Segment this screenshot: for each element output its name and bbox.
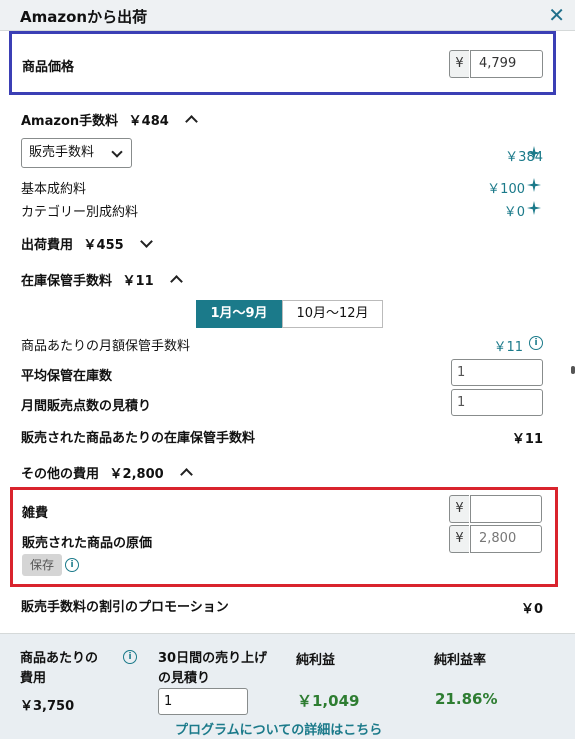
net-profit-label: 純利益 <box>296 653 336 668</box>
cost-currency: ¥ <box>449 525 469 553</box>
info-icon[interactable]: i <box>123 650 137 664</box>
tab-jan-sep[interactable]: 1月〜9月 <box>196 300 282 328</box>
monthly-storage-value: ￥11 <box>493 340 523 355</box>
save-button[interactable]: 保存 <box>22 554 62 576</box>
chevron-up-icon[interactable] <box>170 275 184 288</box>
net-profit-value: ￥1,049 <box>297 692 360 710</box>
cost-per-item-label: 商品あたりの 費用 <box>20 649 98 689</box>
fee-type-dropdown[interactable]: 販売手数料 <box>21 138 132 168</box>
price-label: 商品価格 <box>22 60 75 75</box>
fee-type-dropdown-label: 販売手数料 <box>29 145 95 160</box>
misc-label: 雑費 <box>22 506 49 521</box>
chevron-up-icon[interactable] <box>180 468 194 481</box>
shipping-total: ￥455 <box>83 238 124 253</box>
cost-input[interactable]: 2,800 <box>470 525 542 553</box>
chevron-down-icon[interactable] <box>140 235 154 248</box>
chevron-down-icon <box>111 146 123 158</box>
storage-title[interactable]: 在庫保管手数料 ￥11 <box>21 270 184 289</box>
category-fee-value: ￥0 <box>503 205 525 220</box>
tab-oct-dec[interactable]: 10月〜12月 <box>282 300 383 328</box>
price-currency: ¥ <box>449 50 469 78</box>
misc-input[interactable] <box>470 495 542 523</box>
monthly-sales-label: 月間販売点数の見積り <box>21 399 152 414</box>
close-icon[interactable]: ✕ <box>548 3 565 27</box>
promotion-value: ￥0 <box>520 602 543 617</box>
sales-30d-input[interactable]: 1 <box>158 688 248 715</box>
sales-30d-label-line1: 30日間の売り上げ <box>158 651 268 666</box>
sparkle-icon <box>527 201 541 215</box>
per-item-storage-value: ￥11 <box>511 432 543 447</box>
misc-currency: ¥ <box>449 495 469 523</box>
sparkle-icon <box>527 146 541 160</box>
cost-per-item-value: ￥3,750 <box>20 699 75 714</box>
chevron-up-icon[interactable] <box>185 115 199 128</box>
price-input[interactable]: 4,799 <box>470 50 543 78</box>
monthly-storage-label: 商品あたりの月額保管手数料 <box>21 339 191 354</box>
panel-title: Amazonから出荷 <box>20 8 148 26</box>
info-icon[interactable]: i <box>65 558 79 572</box>
scrollbar-handle[interactable] <box>571 366 575 374</box>
monthly-sales-input[interactable]: 1 <box>451 389 543 416</box>
storage-title-label: 在庫保管手数料 <box>21 274 113 289</box>
storage-total: ￥11 <box>122 274 154 289</box>
amazon-fee-total: ￥484 <box>128 114 169 129</box>
cost-per-item-label-line2: 費用 <box>20 671 47 686</box>
category-fee-label: カテゴリー別成約料 <box>21 205 139 220</box>
per-item-storage-label: 販売された商品あたりの在庫保管手数料 <box>21 431 256 446</box>
avg-inventory-input[interactable]: 1 <box>451 359 543 386</box>
shipping-title-label: 出荷費用 <box>21 238 74 253</box>
avg-inventory-label: 平均保管在庫数 <box>21 369 113 384</box>
program-details-link[interactable]: プログラムについての詳細はこちら <box>175 719 382 738</box>
net-margin-label: 純利益率 <box>434 653 487 668</box>
sales-30d-label-line2: の見積り <box>158 671 211 686</box>
sparkle-icon <box>527 178 541 192</box>
cost-per-item-label-line1: 商品あたりの <box>20 651 99 666</box>
cost-label: 販売された商品の原価 <box>22 536 153 551</box>
shipping-title[interactable]: 出荷費用 ￥455 <box>21 234 154 253</box>
promotion-label: 販売手数料の割引のプロモーション <box>21 600 229 615</box>
other-costs-title[interactable]: その他の費用 ￥2,800 <box>21 463 194 482</box>
amazon-fee-title-label: Amazon手数料 <box>21 114 119 129</box>
sales-30d-label: 30日間の売り上げ の見積り <box>158 649 267 689</box>
other-costs-total: ￥2,800 <box>109 467 164 482</box>
info-icon[interactable]: i <box>529 336 543 350</box>
base-fee-value: ￥100 <box>487 182 525 197</box>
amazon-fee-title[interactable]: Amazon手数料 ￥484 <box>21 110 199 129</box>
other-costs-title-label: その他の費用 <box>21 467 100 482</box>
base-fee-label: 基本成約料 <box>21 182 87 197</box>
net-margin-value: 21.86% <box>435 690 498 708</box>
